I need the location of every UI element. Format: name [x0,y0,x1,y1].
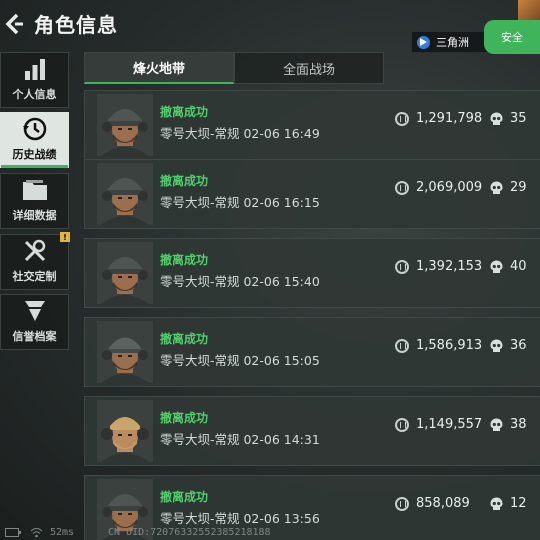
extraction-result: 撤离成功 [160,332,209,346]
operator-portrait [97,94,153,156]
loot-value: 1,392,153 [395,259,482,274]
coin-icon [395,338,409,353]
coin-icon [395,496,409,511]
wifi-icon [30,528,43,538]
map-mode-time: 零号大坝-常规 02-06 13:56 [160,511,320,526]
loot-value: 1,291,798 [395,111,482,126]
extraction-result: 撤离成功 [160,105,209,119]
chevron-left-icon [5,13,23,35]
operator-portrait [97,400,153,462]
match-history-list[interactable]: 撤离成功 零号大坝-常规 02-06 16:49 1,291,798 35 撤离… [84,90,540,540]
loot-value-text: 1,291,798 [416,111,483,126]
tools-icon [22,238,48,264]
loot-value-text: 1,149,557 [416,417,483,432]
skull-icon [490,181,503,194]
loot-value-text: 1,586,913 [416,338,483,353]
page-title: 角色信息 [34,13,118,37]
loot-value-text: 1,392,153 [416,259,483,274]
sidebar-item-history[interactable]: 历史战绩 [0,112,69,168]
coin-icon [395,180,409,195]
loot-value: 858,089 [395,496,470,511]
avatar[interactable] [518,0,540,20]
skull-icon [490,418,503,431]
record-card[interactable]: 撤离成功 零号大坝-常规 02-06 14:31 1,149,557 38 [84,396,540,466]
notification-badge: ! [60,232,70,242]
skull-icon [490,112,503,125]
operator-portrait [97,242,153,304]
kill-count: 40 [490,259,527,274]
sidebar-item-label: 信誉档案 [12,330,57,343]
extraction-result: 撤离成功 [160,253,209,267]
sidebar-item-social[interactable]: ! 社交定制 [0,232,70,290]
kill-count: 12 [490,496,527,511]
kill-count: 36 [490,338,527,353]
skull-icon [490,339,503,352]
extraction-result: 撤离成功 [160,490,209,504]
kill-count-text: 29 [510,180,527,195]
back-button[interactable] [2,10,26,38]
record-card[interactable]: 撤离成功 零号大坝-常规 02-06 15:40 1,392,153 40 [84,238,540,308]
loot-value: 1,149,557 [395,417,482,432]
coin-icon [395,417,409,432]
play-icon [417,35,430,49]
top-bar: 角色信息 三角洲 安全 [0,0,540,54]
kill-count-text: 38 [510,417,527,432]
kill-count-text: 12 [510,496,527,511]
battery-icon [5,528,21,537]
map-mode-time: 零号大坝-常规 02-06 15:05 [160,353,320,368]
clock-history-icon [22,116,48,142]
sidebar-item-label: 个人信息 [12,88,57,101]
loot-value: 1,586,913 [395,338,482,353]
kill-count: 38 [490,417,527,432]
game-badge-label: 三角洲 [436,36,469,49]
extraction-result: 撤离成功 [160,411,209,425]
folder-icon [22,177,48,203]
kill-count-text: 36 [510,338,527,353]
safe-button[interactable]: 安全 [484,20,540,54]
sidebar-item-details[interactable]: 详细数据 [0,173,69,229]
record-card[interactable]: 撤离成功 零号大坝-常规 02-06 16:49 1,291,798 35 [84,90,540,160]
map-mode-time: 零号大坝-常规 02-06 16:49 [160,126,320,141]
loot-value-text: 2,069,009 [416,180,483,195]
sidebar-item-label: 详细数据 [12,209,57,222]
sidebar-item-reputation[interactable]: 信誉档案 [0,294,69,350]
operator-portrait [97,163,153,225]
extraction-result: 撤离成功 [160,174,209,188]
bar-chart-icon [22,56,48,82]
uid-label: CN UID:7207633255238521818​8 [108,527,271,538]
map-mode-time: 零号大坝-常规 02-06 15:40 [160,274,320,289]
sidebar-item-label: 历史战绩 [12,148,57,161]
tab-warfare[interactable]: 全面战场 [234,52,384,84]
ping-label: 52ms [50,527,75,538]
skull-icon [490,497,503,510]
kill-count: 29 [490,180,527,195]
map-mode-time: 零号大坝-常规 02-06 14:31 [160,432,320,447]
map-mode-time: 零号大坝-常规 02-06 16:15 [160,195,320,210]
operator-portrait [97,321,153,383]
kill-count: 35 [490,111,527,126]
status-footer: 52ms CN UID:7207633255238521818​8 [0,526,540,540]
coin-icon [395,111,409,126]
mode-tabs: 烽火地带 全面战场 [84,52,384,84]
tab-haven[interactable]: 烽火地带 [84,52,234,84]
skull-icon [490,260,503,273]
coin-icon [395,259,409,274]
chevron-rank-icon [22,298,48,324]
loot-value: 2,069,009 [395,180,482,195]
sidebar-item-label: 社交定制 [12,270,57,283]
loot-value-text: 858,089 [416,496,470,511]
kill-count-text: 40 [510,259,527,274]
record-card[interactable]: 撤离成功 零号大坝-常规 02-06 16:15 2,069,009 29 [84,159,540,229]
record-card[interactable]: 撤离成功 零号大坝-常规 02-06 15:05 1,586,913 36 [84,317,540,387]
kill-count-text: 35 [510,111,527,126]
sidebar-item-personal-info[interactable]: 个人信息 [0,52,69,108]
